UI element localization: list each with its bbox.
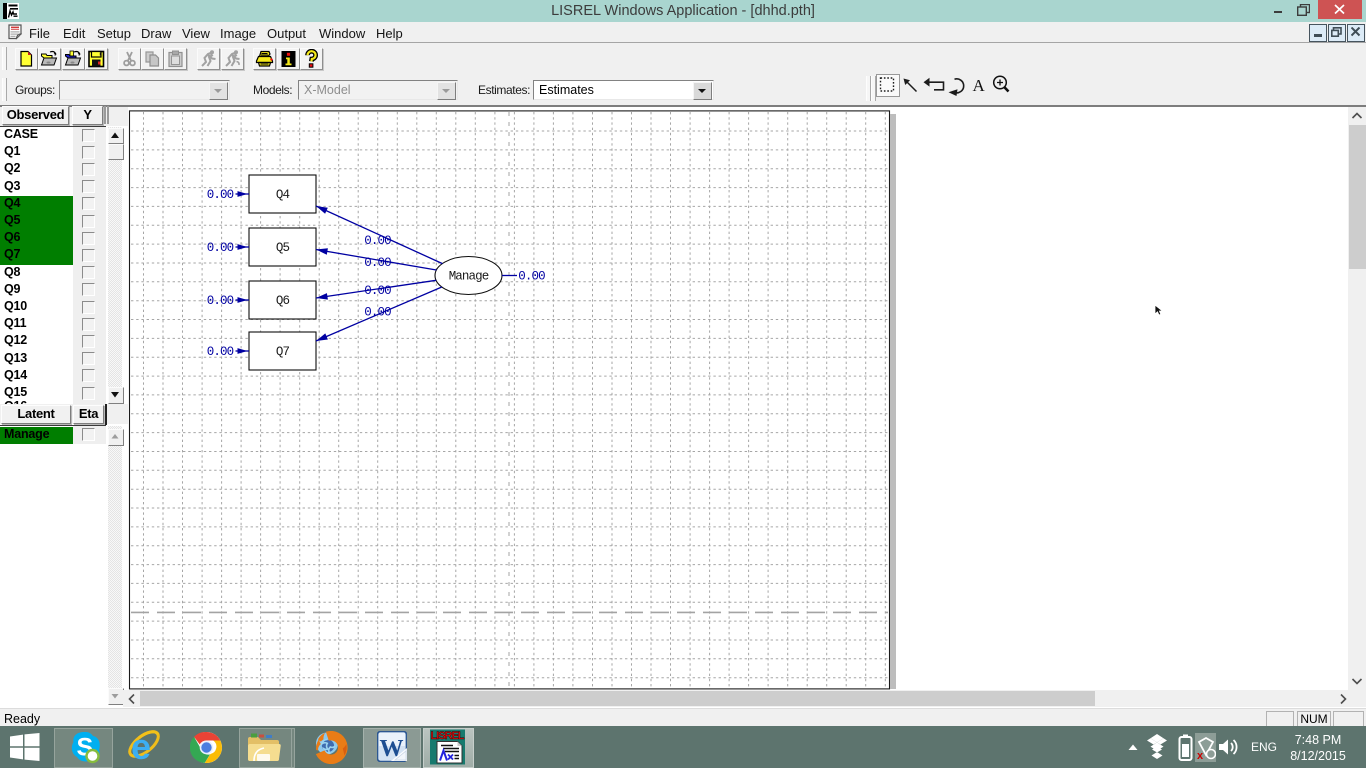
svg-text:Q6: Q6 (276, 294, 290, 308)
svg-text:0.00: 0.00 (364, 284, 391, 298)
svg-text:0.00: 0.00 (207, 294, 234, 308)
svg-text:0.00: 0.00 (207, 241, 234, 255)
svg-text:0.00: 0.00 (207, 188, 234, 202)
svg-text:LISREL: LISREL (431, 730, 465, 742)
svg-text:A: A (973, 76, 986, 95)
svg-text:0.00: 0.00 (518, 270, 545, 284)
svg-text:0.00: 0.00 (364, 234, 391, 248)
svg-text:0.00: 0.00 (364, 306, 391, 320)
svg-text:0.00: 0.00 (364, 256, 391, 270)
svg-text:0.00: 0.00 (207, 345, 234, 359)
svg-text:Q7: Q7 (276, 345, 290, 359)
svg-text:Q4: Q4 (276, 188, 290, 202)
svg-text:x: x (1197, 750, 1204, 760)
svg-text:Q5: Q5 (276, 241, 290, 255)
svg-text:Manage: Manage (449, 270, 489, 284)
